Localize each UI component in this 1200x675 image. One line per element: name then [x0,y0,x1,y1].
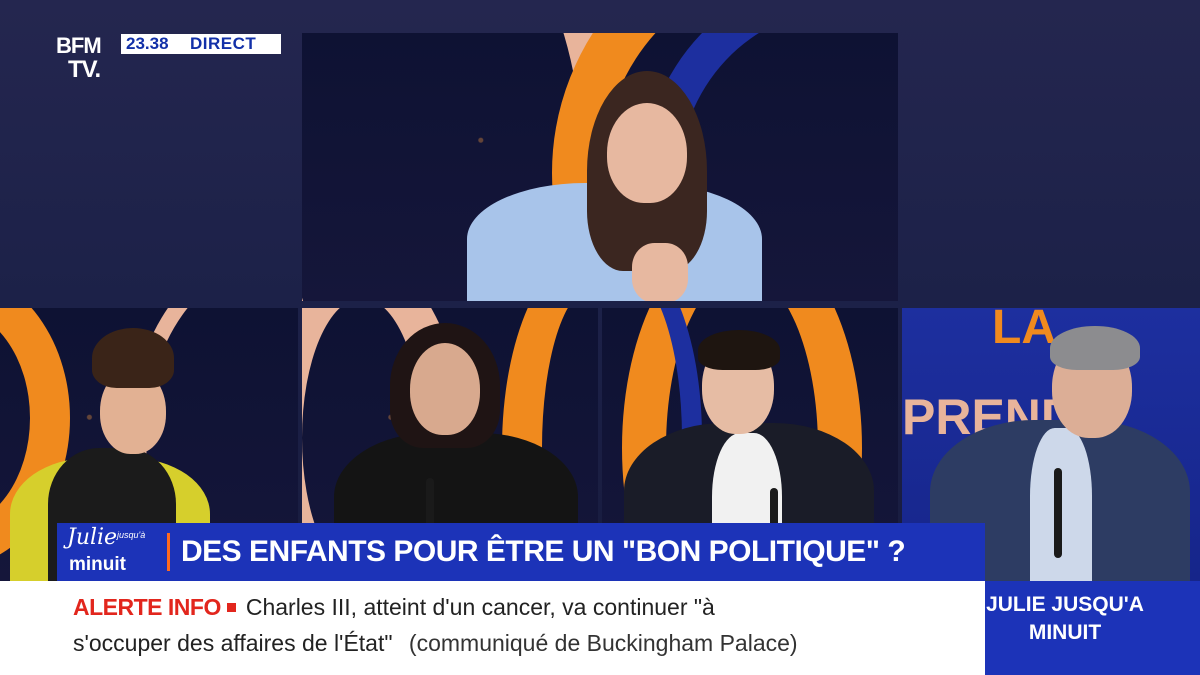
show-logo-small: jusqu'à [117,530,146,540]
bfmtv-logo: BFM TV. [56,33,118,85]
logo-text: TV. [68,56,101,83]
show-logo: Julie jusqu'à minuit [57,523,167,581]
time-live-badge: 23.38 DIRECT [121,34,281,54]
news-ticker: ALERTE INFO Charles III, atteint d'un can… [0,581,985,675]
live-label: DIRECT [190,34,257,53]
ticker-source: (communiqué de Buckingham Palace) [408,630,798,656]
show-logo-word2: minuit [69,554,126,575]
ticker-line-2: s'occuper des affaires de l'État" (commu… [73,630,798,657]
alert-label: ALERTE INFO [73,594,221,620]
show-name-line-2: MINUIT [1028,621,1102,644]
headline-text: DES ENFANTS POUR ÊTRE UN "BON POLITIQUE"… [181,535,906,568]
show-logo-word: Julie [67,525,118,550]
ticker-text-1: Charles III, atteint d'un cancer, va con… [245,594,715,620]
show-name-box: JULIE JUSQU'A MINUIT [985,581,1200,675]
ticker-text-2: s'occuper des affaires de l'État" [73,630,393,656]
alert-dot-icon [226,602,236,612]
video-tile-host [302,33,898,301]
headline-bar: Julie jusqu'à minuit DES ENFANTS POUR ÊT… [57,523,985,581]
clock-time: 23.38 [126,34,169,53]
set-letters: LA [992,308,1056,354]
ticker-line-1: ALERTE INFO Charles III, atteint d'un can… [73,594,715,621]
show-name-line-1: JULIE JUSQU'A [986,593,1144,616]
headline-separator [167,533,170,571]
